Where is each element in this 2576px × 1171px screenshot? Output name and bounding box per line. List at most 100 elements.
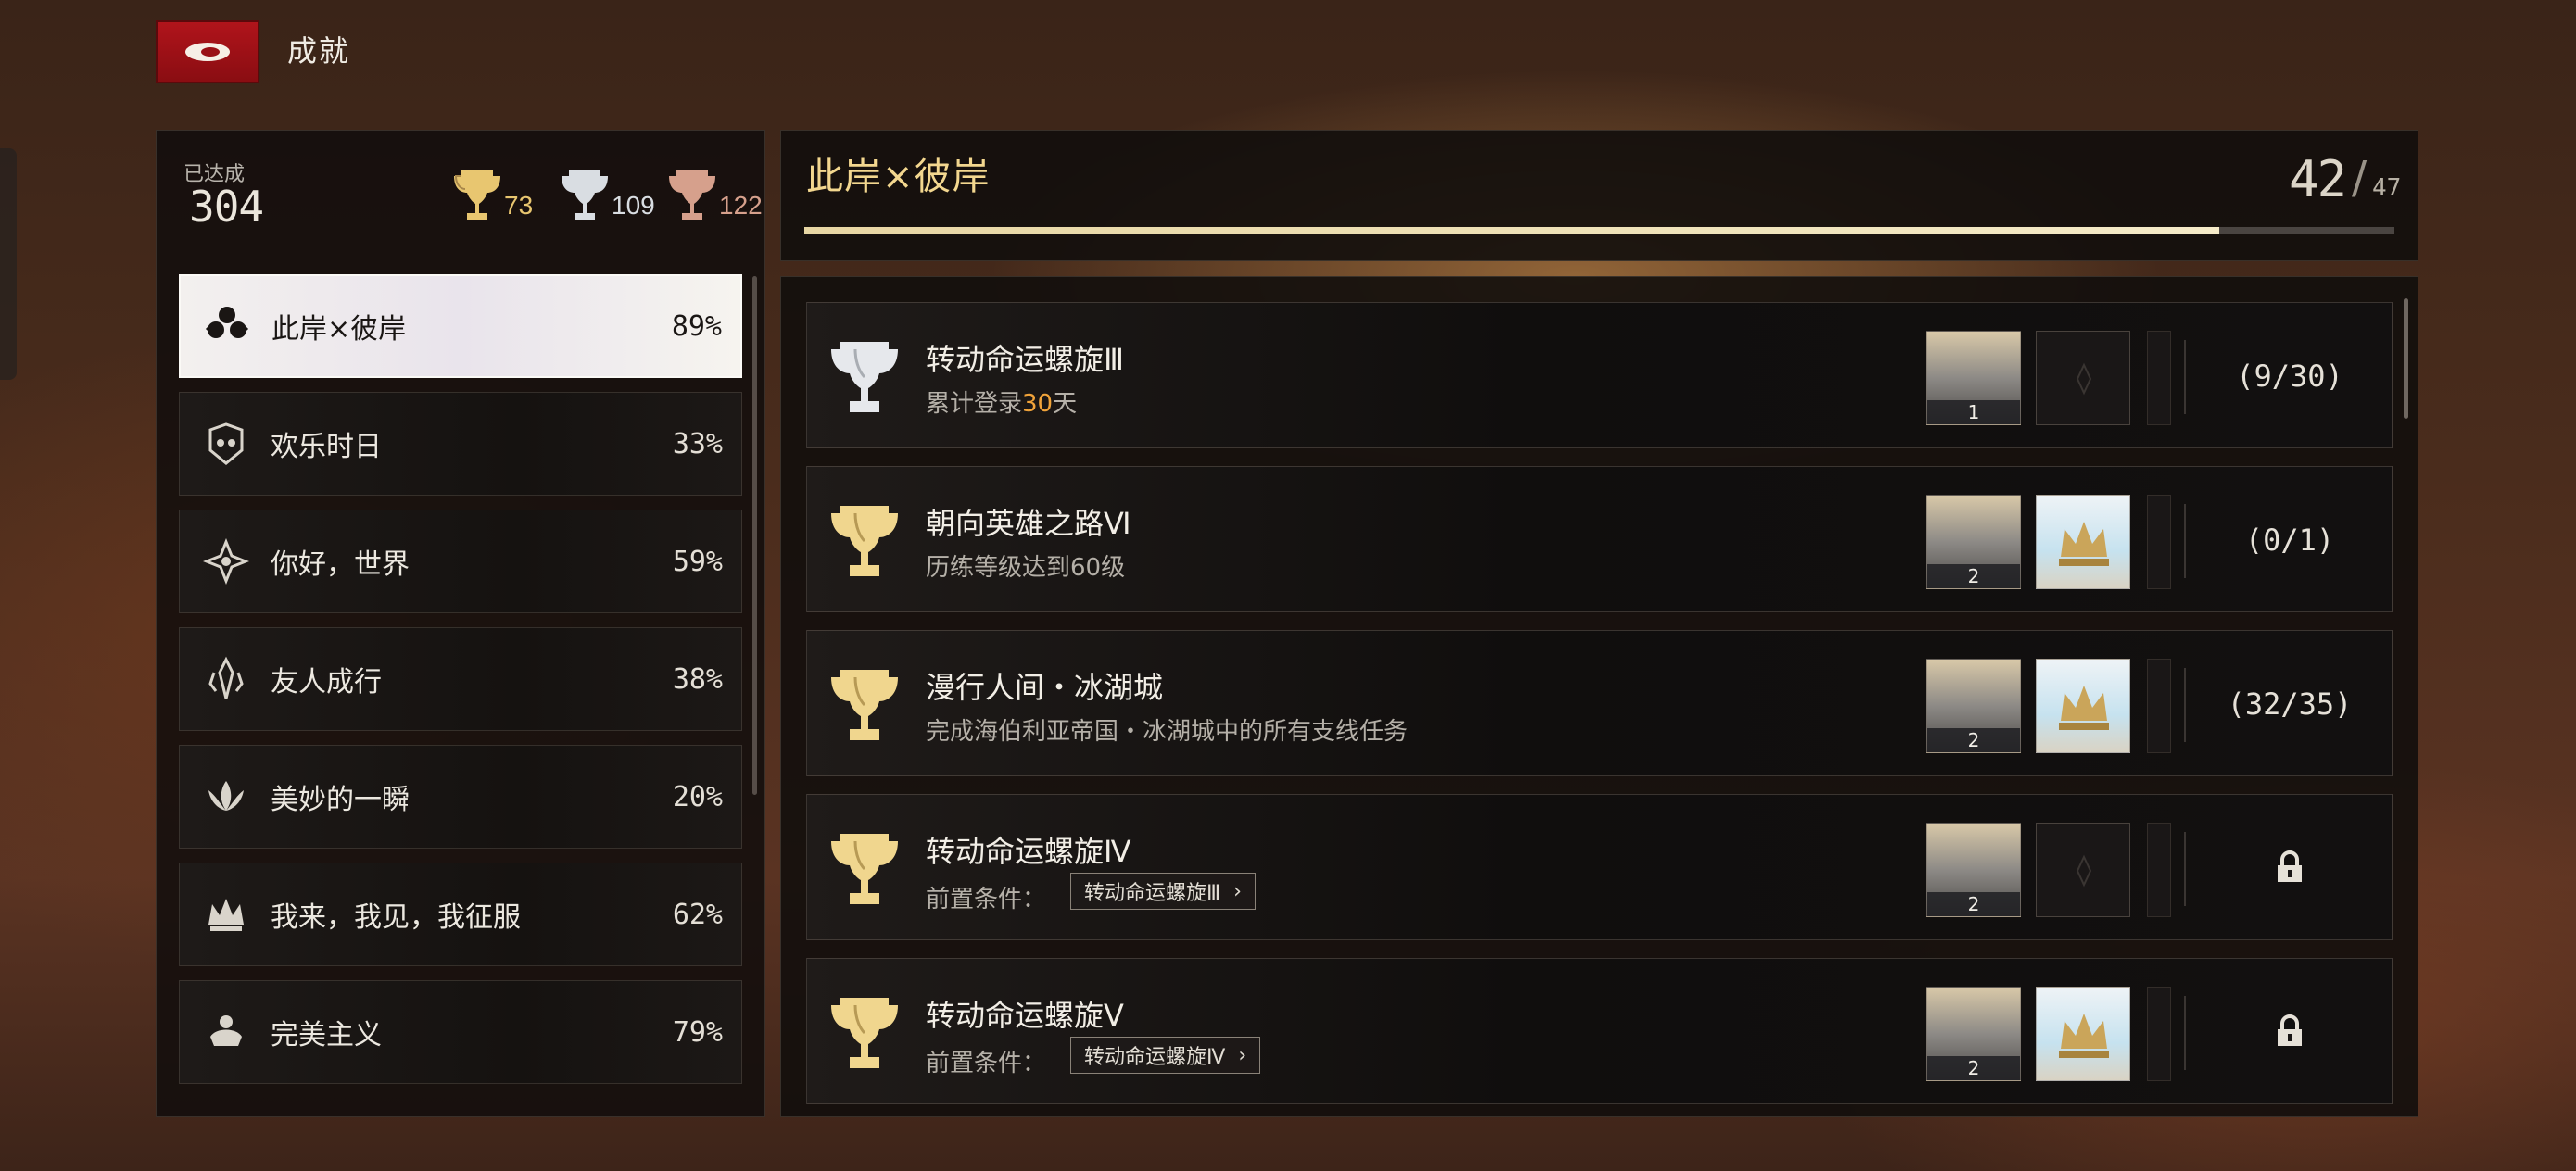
category-name: 欢乐时日 [271, 431, 382, 463]
cloverleaf-icon [199, 298, 255, 354]
bronze-count: 122 [719, 191, 763, 220]
reward-empty-slot [2036, 331, 2130, 425]
mask-icon [198, 416, 254, 472]
chevron-right-icon: › [1233, 879, 1242, 903]
crown-icon [198, 887, 254, 942]
reward-crown-item[interactable] [2036, 987, 2130, 1081]
category-item-美妙的一瞬[interactable]: 美妙的一瞬 20% [179, 745, 742, 849]
achievement-title: 转动命运螺旋Ⅲ [926, 342, 1125, 377]
chevron-right-icon: › [1238, 1043, 1247, 1067]
category-name: 此岸×彼岸 [271, 313, 407, 346]
figures-icon [198, 651, 254, 707]
reward-extra-slot [2147, 659, 2171, 753]
gold-trophy-icon [831, 998, 898, 1068]
highlight-value: 30 [1022, 390, 1054, 418]
section-title: 此岸×彼岸 [806, 156, 991, 198]
prerequisite-name: 转动命运螺旋Ⅲ [1084, 882, 1221, 905]
crown-reward-icon [2059, 1014, 2109, 1058]
category-item-我来我见我征服[interactable]: 我来，我见，我征服 62% [179, 863, 742, 966]
back-emblem-icon [185, 43, 230, 61]
category-item-你好世界[interactable]: 你好，世界 59% [179, 510, 742, 613]
side-edge-tab[interactable] [0, 148, 17, 380]
prerequisite-label: 前置条件： [926, 886, 1047, 913]
reward-extra-slot [2147, 823, 2171, 917]
silver-trophy-stat: 109 [560, 161, 655, 226]
silver-count: 109 [612, 191, 655, 220]
prerequisite-link[interactable]: 转动命运螺旋Ⅲ › [1070, 873, 1256, 910]
category-item-完美主义[interactable]: 完美主义 79% [179, 980, 742, 1084]
category-scrollbar[interactable] [752, 276, 757, 795]
bronze-trophy-icon [669, 170, 715, 220]
reward-stone-item[interactable]: 2 [1926, 495, 2021, 589]
reward-crown-item[interactable] [2036, 495, 2130, 589]
gold-count: 73 [504, 191, 534, 220]
back-button[interactable] [156, 20, 259, 83]
gold-trophy-icon [831, 506, 898, 576]
row-divider [2184, 504, 2186, 578]
gold-trophy-stat: 73 [452, 161, 533, 226]
page-title: 成就 [287, 33, 351, 69]
category-percent: 59% [672, 545, 723, 578]
reward-crown-item[interactable] [2036, 659, 2130, 753]
reward-quantity: 2 [1927, 564, 2020, 588]
reward-stone-item[interactable]: 2 [1926, 659, 2021, 753]
reward-stone-item[interactable]: 1 [1926, 331, 2021, 425]
reward-extra-slot [2147, 987, 2171, 1081]
reward-extra-slot [2147, 331, 2171, 425]
achievement-row[interactable]: 转动命运螺旋Ⅳ 前置条件： 转动命运螺旋Ⅲ › 2 [806, 794, 2393, 940]
achievement-desc: 完成海伯利亚帝国・冰湖城中的所有支线任务 [926, 718, 1408, 746]
category-name: 美妙的一瞬 [271, 784, 410, 816]
category-percent: 79% [672, 1015, 723, 1049]
diamond-placeholder-icon [2076, 362, 2092, 396]
achievement-title: 转动命运螺旋Ⅴ [926, 998, 1124, 1033]
category-percent: 38% [672, 662, 723, 696]
lotus-icon [198, 769, 254, 825]
reward-quantity: 2 [1927, 728, 2020, 752]
category-item-欢乐时日[interactable]: 欢乐时日 33% [179, 392, 742, 496]
prerequisite-label: 前置条件： [926, 1050, 1047, 1077]
reward-quantity: 2 [1927, 1056, 2020, 1080]
achievement-row[interactable]: 转动命运螺旋Ⅴ 前置条件： 转动命运螺旋Ⅳ › 2 [806, 958, 2393, 1104]
achievement-progress: (32/35) [2227, 686, 2353, 722]
achievement-progress: (0/1) [2244, 523, 2335, 558]
reward-empty-slot [2036, 823, 2130, 917]
achieved-count: 304 [189, 182, 264, 232]
reward-stone-item[interactable]: 2 [1926, 987, 2021, 1081]
gold-trophy-icon [831, 670, 898, 740]
row-divider [2184, 832, 2186, 906]
gold-trophy-icon [831, 834, 898, 904]
category-percent: 89% [671, 309, 722, 343]
achievement-desc: 累计登录30天 [926, 390, 1078, 418]
achievement-progress: (9/30) [2236, 359, 2343, 394]
section-completed-count: 42 [2289, 150, 2347, 208]
count-separator: / [2352, 152, 2368, 204]
crown-reward-icon [2059, 686, 2109, 730]
section-header [780, 130, 2418, 261]
category-percent: 62% [672, 898, 723, 931]
category-name: 友人成行 [271, 666, 382, 699]
achievement-title: 漫行人间・冰湖城 [926, 670, 1164, 705]
reward-quantity: 1 [1927, 400, 2020, 424]
bronze-trophy-stat: 122 [667, 161, 763, 226]
achievement-title: 朝向英雄之路Ⅵ [926, 506, 1131, 541]
category-percent: 20% [672, 780, 723, 813]
row-divider [2184, 340, 2186, 414]
achievement-row[interactable]: 朝向英雄之路Ⅵ 历练等级达到60级 2 (0/1) [806, 466, 2393, 612]
gold-trophy-icon [454, 170, 500, 220]
achievement-row[interactable]: 漫行人间・冰湖城 完成海伯利亚帝国・冰湖城中的所有支线任务 2 (32/35) [806, 630, 2393, 776]
lock-icon [2278, 1014, 2302, 1046]
silver-trophy-icon [831, 342, 898, 412]
achievement-desc: 历练等级达到60级 [926, 554, 1126, 582]
prerequisite-link[interactable]: 转动命运螺旋Ⅳ › [1070, 1037, 1261, 1074]
category-item-友人成行[interactable]: 友人成行 38% [179, 627, 742, 731]
category-percent: 33% [672, 427, 723, 460]
reward-quantity: 2 [1927, 892, 2020, 916]
achievement-scrollbar[interactable] [2404, 298, 2408, 419]
achievement-row[interactable]: 转动命运螺旋Ⅲ 累计登录30天 1 (9/30) [806, 302, 2393, 448]
silver-trophy-icon [562, 170, 608, 220]
crown-reward-icon [2059, 522, 2109, 566]
category-item-此岸彼岸[interactable]: 此岸×彼岸 89% [179, 274, 742, 378]
reward-stone-item[interactable]: 2 [1926, 823, 2021, 917]
eye-emblem-icon [198, 534, 254, 589]
achievement-title: 转动命运螺旋Ⅳ [926, 834, 1131, 869]
